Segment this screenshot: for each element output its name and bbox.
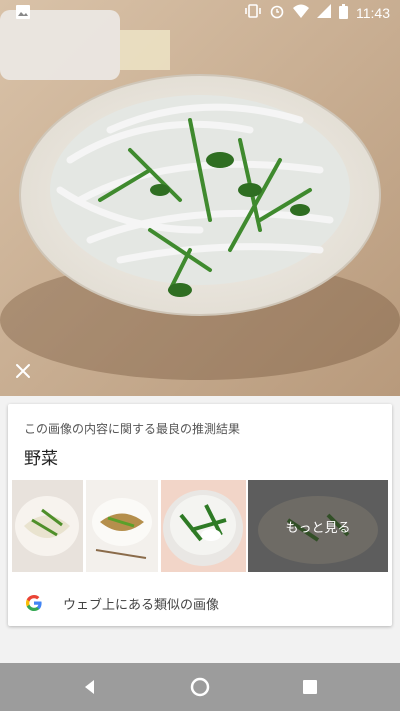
battery-icon (339, 3, 348, 22)
home-icon (190, 677, 210, 697)
web-similar-images-label: ウェブ上にある類似の画像 (63, 598, 220, 613)
more-images-button[interactable]: もっと見る (248, 480, 388, 572)
alarm-icon (269, 3, 285, 22)
recents-button[interactable] (302, 679, 318, 695)
home-button[interactable] (189, 676, 211, 698)
image-icon (16, 4, 30, 23)
close-button[interactable] (12, 360, 34, 382)
similar-image-thumb[interactable] (161, 480, 246, 572)
wifi-icon (293, 4, 309, 21)
close-icon (16, 364, 30, 378)
similar-image-thumb[interactable] (12, 480, 83, 572)
best-guess-caption: この画像の内容に関する最良の推測結果 (24, 422, 241, 436)
main-photo (0, 0, 400, 396)
web-similar-images-link[interactable]: ウェブ上にある類似の画像 (8, 580, 392, 626)
result-card: この画像の内容に関する最良の推測結果 野菜 もっと見る ウェブ上にある類似の画像 (8, 404, 392, 626)
more-images-label: もっと見る (285, 520, 351, 536)
back-button[interactable] (80, 677, 100, 697)
best-guess-label[interactable]: 野菜 (24, 444, 58, 469)
vibrate-icon (245, 3, 261, 22)
similar-image-thumb[interactable] (86, 480, 158, 572)
status-bar: 11:43 (0, 0, 400, 24)
navigation-bar (0, 663, 400, 711)
clock: 11:43 (356, 4, 390, 21)
cell-signal-icon (317, 4, 331, 21)
back-icon (85, 680, 94, 694)
google-logo-icon (24, 593, 44, 613)
recents-icon (303, 680, 317, 694)
